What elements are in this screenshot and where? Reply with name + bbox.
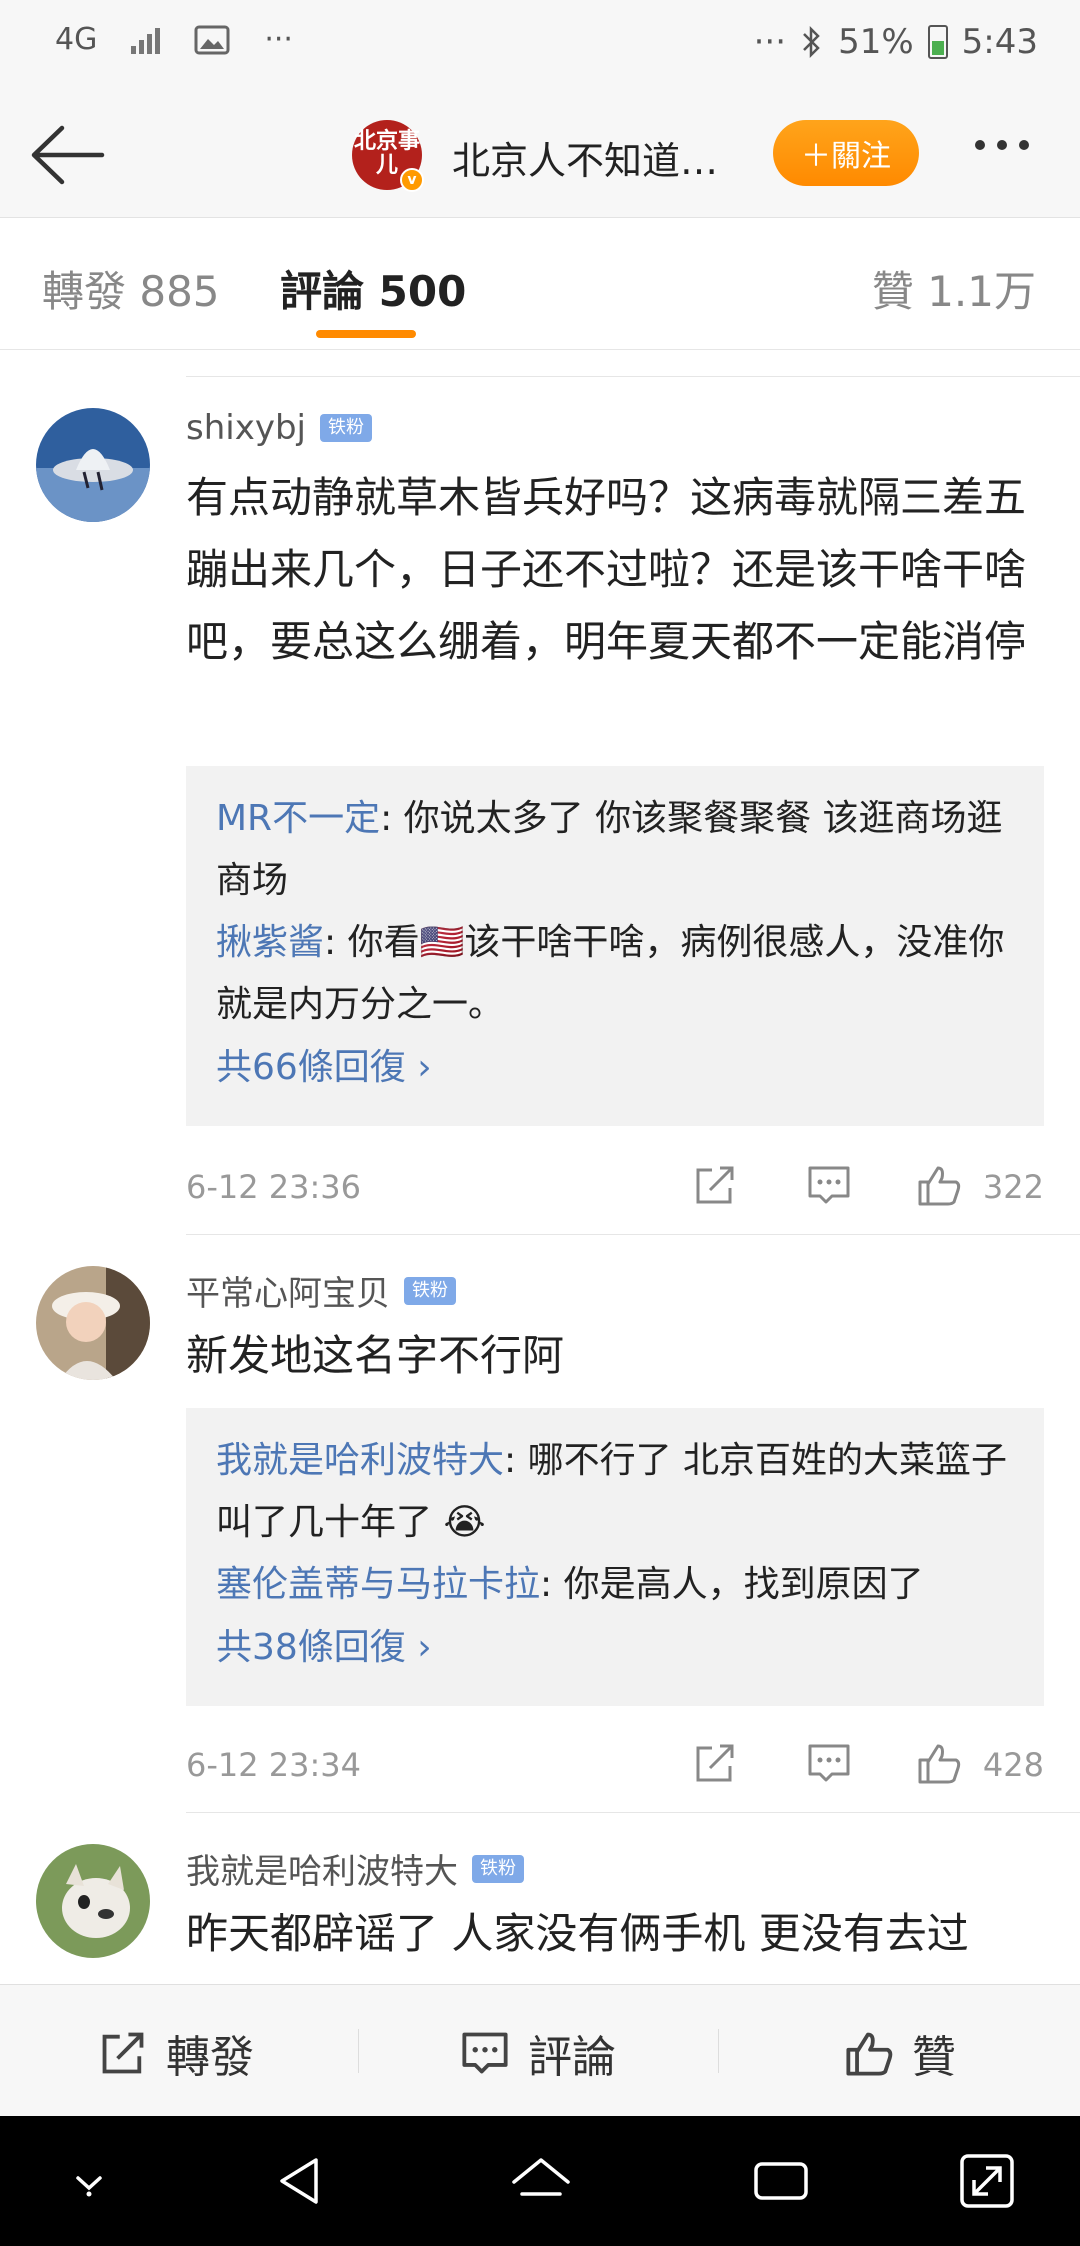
tab-reposts[interactable]: 轉發 885 bbox=[42, 258, 220, 319]
comment-meta: 6-12 23:36 322 bbox=[186, 1162, 1044, 1212]
reply-text: : 你看🇺🇸该干啥干啥，病例很感人，没准你就是内万分之一。 bbox=[216, 922, 1005, 1025]
signal-icon bbox=[131, 26, 161, 54]
username-text[interactable]: 我就是哈利波特大 bbox=[186, 1844, 458, 1893]
status-right: ··· 51% 5:43 bbox=[754, 22, 1038, 62]
comment-button[interactable]: 評論 bbox=[460, 2021, 616, 2085]
like-icon bbox=[846, 2032, 893, 2076]
system-navigation-bar bbox=[0, 2116, 1080, 2246]
image-icon bbox=[194, 25, 230, 54]
username-text[interactable]: shixybj bbox=[186, 408, 306, 448]
comment-icon bbox=[462, 2032, 508, 2074]
back-nav-icon[interactable] bbox=[268, 2148, 334, 2214]
divider bbox=[186, 376, 1080, 377]
like-count: 428 bbox=[982, 1746, 1044, 1784]
repost-icon bbox=[102, 2032, 144, 2074]
repost-button[interactable]: 轉發 bbox=[98, 2021, 254, 2085]
notification-dots: ··· bbox=[264, 22, 293, 57]
separator bbox=[358, 2029, 359, 2073]
reply-username[interactable]: MR不一定 bbox=[216, 798, 380, 839]
bottom-action-bar: 轉發 評論 贊 bbox=[0, 1984, 1080, 2116]
status-bar: 4G ··· ··· 51% 5:43 bbox=[0, 0, 1080, 90]
repost-icon[interactable] bbox=[692, 1162, 738, 1208]
follow-button[interactable]: ＋關注 bbox=[773, 120, 919, 186]
separator bbox=[718, 2029, 719, 2073]
comment-icon[interactable] bbox=[806, 1740, 852, 1786]
reply-box[interactable]: 我就是哈利波特大: 哪不行了 北京百姓的大菜篮子 叫了几十年了 😭 塞伦盖蒂与马… bbox=[186, 1408, 1044, 1706]
comment-icon[interactable] bbox=[806, 1162, 852, 1208]
like-button[interactable]: 贊 bbox=[844, 2021, 956, 2085]
reply-username[interactable]: 我就是哈利波特大 bbox=[216, 1440, 504, 1481]
more-replies-link[interactable]: 共38條回復 › bbox=[216, 1616, 1014, 1680]
back-button[interactable] bbox=[28, 120, 108, 190]
reply-item: 塞伦盖蒂与马拉卡拉: 你是高人，找到原因了 bbox=[216, 1554, 1014, 1616]
verified-badge-icon: v bbox=[400, 168, 424, 192]
back-arrow-icon bbox=[31, 125, 105, 185]
account-title[interactable]: 北京人不知道… bbox=[452, 130, 718, 185]
avatar[interactable] bbox=[36, 1266, 150, 1380]
tab-bar: 轉發 885 評論 500 贊 1.1万 bbox=[0, 218, 1080, 350]
comment-time: 6-12 23:36 bbox=[186, 1168, 362, 1206]
avatar[interactable] bbox=[36, 1844, 150, 1958]
reply-box[interactable]: MR不一定: 你说太多了 你该聚餐聚餐 该逛商场逛商场 揪紫酱: 你看🇺🇸该干啥… bbox=[186, 766, 1044, 1126]
avatar[interactable] bbox=[36, 408, 150, 522]
active-tab-indicator bbox=[316, 330, 416, 338]
reply-item: 我就是哈利波特大: 哪不行了 北京百姓的大菜篮子 叫了几十年了 😭 bbox=[216, 1430, 1014, 1554]
repost-icon[interactable] bbox=[692, 1740, 738, 1786]
repost-label: 轉發 bbox=[166, 2032, 254, 2083]
clock: 5:43 bbox=[961, 22, 1038, 62]
comment-username[interactable]: shixybj 铁粉 bbox=[186, 408, 372, 448]
expand-icon[interactable] bbox=[954, 2148, 1020, 2214]
username-text[interactable]: 平常心阿宝贝 bbox=[186, 1266, 390, 1315]
comment-time: 6-12 23:34 bbox=[186, 1746, 362, 1784]
fan-badge: 铁粉 bbox=[404, 1276, 456, 1305]
comment-username[interactable]: 平常心阿宝贝 铁粉 bbox=[186, 1266, 456, 1315]
comment-label: 評論 bbox=[528, 2032, 616, 2083]
chevron-down-icon[interactable] bbox=[56, 2148, 122, 2214]
divider bbox=[186, 1234, 1080, 1235]
like-label: 贊 bbox=[912, 2032, 956, 2083]
tab-comments[interactable]: 評論 500 bbox=[280, 258, 466, 319]
more-options-icon[interactable] bbox=[975, 140, 1029, 150]
comment-text: 有点动静就草木皆兵好吗？这病毒就隔三差五蹦出来几个，日子还不过啦？还是该干啥干啥… bbox=[186, 473, 1027, 666]
like-icon[interactable] bbox=[916, 1740, 962, 1786]
reply-item: 揪紫酱: 你看🇺🇸该干啥干啥，病例很感人，没准你就是内万分之一。 bbox=[216, 912, 1014, 1036]
reply-item: MR不一定: 你说太多了 你该聚餐聚餐 该逛商场逛商场 bbox=[216, 788, 1014, 912]
reply-username[interactable]: 塞伦盖蒂与马拉卡拉 bbox=[216, 1564, 540, 1605]
battery-icon bbox=[927, 25, 948, 59]
like-count: 322 bbox=[982, 1168, 1044, 1206]
home-icon[interactable] bbox=[508, 2148, 574, 2214]
comment-text: 昨天都辟谣了 人家没有俩手机 更没有去过 bbox=[186, 1909, 969, 1958]
top-nav: 北京事儿 v 北京人不知道… ＋關注 bbox=[0, 90, 1080, 218]
like-icon[interactable] bbox=[916, 1162, 962, 1208]
reply-text: : 你是高人，找到原因了 bbox=[540, 1564, 924, 1605]
bluetooth-icon bbox=[803, 25, 820, 59]
divider bbox=[186, 1812, 1080, 1813]
fan-badge: 铁粉 bbox=[319, 414, 372, 442]
tab-likes[interactable]: 贊 1.1万 bbox=[872, 258, 1036, 319]
comment-text: 新发地这名字不行阿 bbox=[186, 1331, 565, 1380]
fan-badge: 铁粉 bbox=[472, 1854, 524, 1883]
status-left: 4G ··· bbox=[55, 22, 293, 57]
comment-username[interactable]: 我就是哈利波特大 铁粉 bbox=[186, 1844, 524, 1893]
status-more-dots: ··· bbox=[753, 22, 787, 62]
recent-apps-icon[interactable] bbox=[748, 2148, 814, 2214]
battery-percent: 51% bbox=[838, 22, 914, 62]
reply-username[interactable]: 揪紫酱 bbox=[216, 922, 324, 963]
more-replies-link[interactable]: 共66條回復 › bbox=[216, 1036, 1014, 1100]
network-indicator: 4G bbox=[55, 22, 98, 57]
comment-meta: 6-12 23:34 428 bbox=[186, 1740, 1044, 1790]
